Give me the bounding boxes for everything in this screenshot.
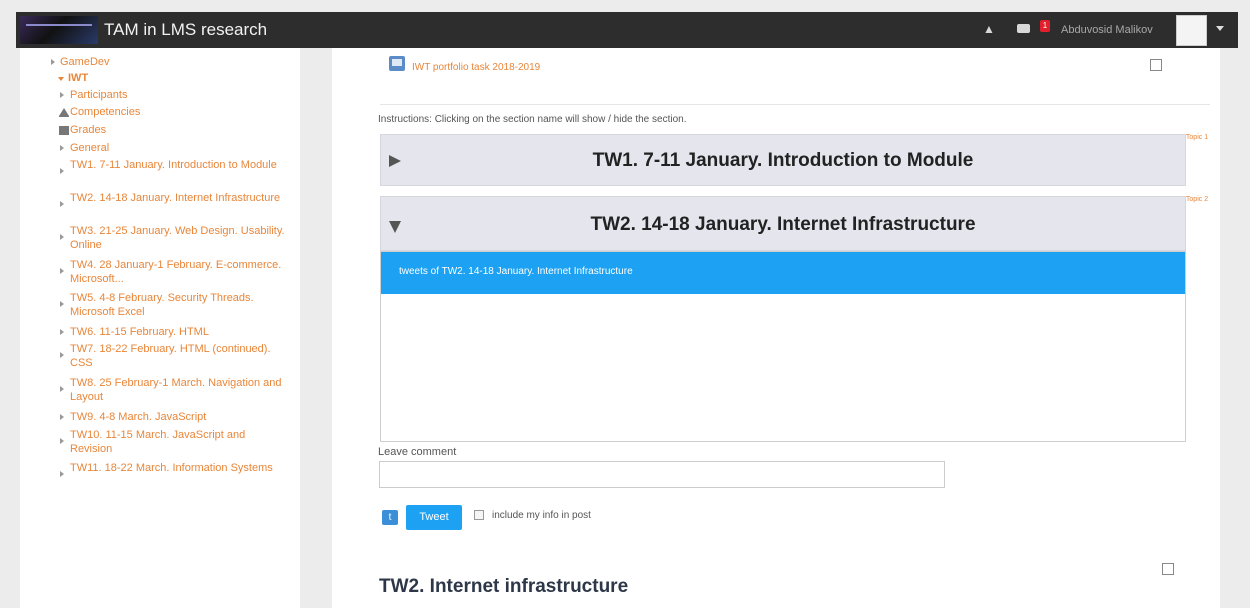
chevron-right-icon — [60, 438, 64, 444]
completion-checkbox[interactable] — [1150, 59, 1162, 71]
section-header-tw1[interactable]: TW1. 7-11 January. Introduction to Modul… — [380, 134, 1186, 186]
section-heading: TW2. Internet infrastructure — [379, 576, 629, 597]
competencies-icon — [59, 108, 69, 117]
course-content: IWT portfolio task 2018-2019 Instruction… — [332, 48, 1220, 608]
chevron-right-icon — [60, 92, 64, 98]
comment-input[interactable] — [379, 461, 945, 488]
chevron-right-icon — [60, 301, 64, 307]
chevron-right-icon — [60, 352, 64, 358]
chevron-right-icon — [60, 414, 64, 420]
chevron-right-icon — [60, 201, 64, 207]
user-name[interactable]: Abduvosid Malikov — [1061, 24, 1153, 36]
portfolio-task-link[interactable]: IWT portfolio task 2018-2019 — [412, 62, 540, 73]
divider — [380, 104, 1210, 105]
site-logo[interactable] — [20, 16, 98, 44]
chevron-right-icon — [51, 59, 55, 65]
topic-note: Topic 1 — [1185, 134, 1209, 141]
tweet-button[interactable]: Tweet — [406, 505, 462, 530]
section-header-tw2[interactable]: TW2. 14-18 January. Internet Infrastruct… — [380, 196, 1186, 251]
tweet-feed-title: tweets of TW2. 14-18 January. Internet I… — [399, 266, 633, 277]
instructions-text: Instructions: Clicking on the section na… — [378, 114, 687, 125]
chevron-right-icon — [60, 471, 64, 477]
section-title[interactable]: TW1. 7-11 January. Introduction to Modul… — [381, 150, 1185, 172]
completion-checkbox[interactable] — [1162, 563, 1174, 575]
comment-label: Leave comment — [378, 446, 457, 458]
twitter-icon: t — [382, 510, 398, 525]
tweet-feed-header: tweets of TW2. 14-18 January. Internet I… — [381, 252, 1185, 294]
avatar[interactable] — [1176, 15, 1207, 46]
tweet-feed: tweets of TW2. 14-18 January. Internet I… — [380, 251, 1186, 442]
include-info-checkbox[interactable] — [474, 510, 484, 520]
grades-icon — [59, 126, 69, 135]
chevron-down-icon — [58, 77, 64, 81]
bell-icon[interactable]: ▲ — [983, 23, 997, 36]
section-title[interactable]: TW2. 14-18 January. Internet Infrastruct… — [381, 214, 1185, 236]
chevron-right-icon — [60, 145, 64, 151]
messages-icon[interactable]: 1 — [1017, 20, 1050, 36]
topic-note: Topic 2 — [1185, 196, 1209, 203]
chevron-right-icon — [60, 234, 64, 240]
top-navbar: TAM in LMS research ▲ 1 Abduvosid Maliko… — [16, 12, 1238, 48]
course-navigation-sidebar: GameDev IWT Participants Competencies Gr… — [20, 48, 300, 608]
include-info-label: include my info in post — [492, 510, 591, 521]
chevron-right-icon — [60, 268, 64, 274]
message-badge: 1 — [1040, 20, 1050, 32]
assignment-icon — [389, 56, 405, 71]
chevron-right-icon — [60, 386, 64, 392]
chevron-right-icon — [60, 329, 64, 335]
message-bubble-icon — [1017, 24, 1030, 33]
chevron-down-icon[interactable] — [1216, 26, 1224, 31]
site-title[interactable]: TAM in LMS research — [104, 20, 267, 40]
chevron-right-icon — [60, 168, 64, 174]
